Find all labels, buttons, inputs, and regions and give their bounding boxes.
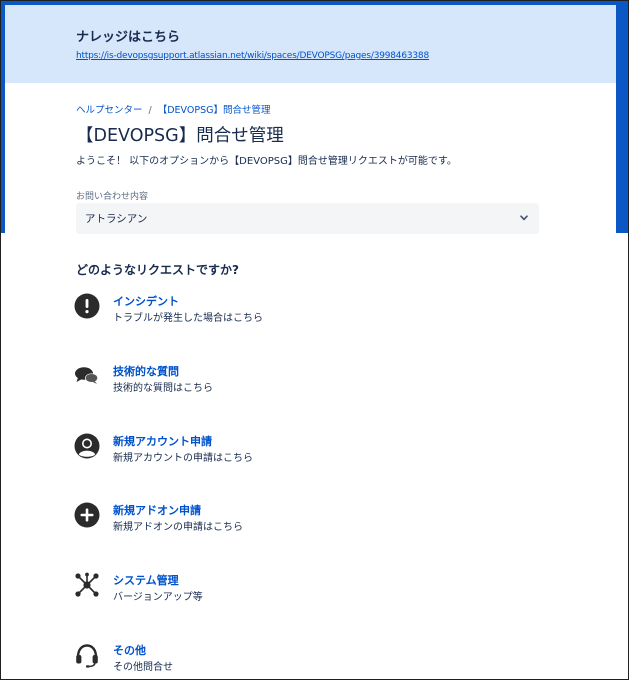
request-type-description: その他問合せ [113,662,173,673]
request-type-name: 新規アカウント申請 [113,435,212,448]
contact-type-label: お問い合わせ内容 [76,192,149,202]
request-type-name: その他 [113,644,146,657]
request-type-other[interactable]: その他 その他問合せ [73,642,373,679]
banner-title: ナレッジはこちら [76,30,181,45]
exclamation-circle-icon [74,293,100,319]
headset-icon [76,644,98,668]
breadcrumb-home-link[interactable]: ヘルプセンター [76,105,143,116]
portal-card: ナレッジはこちら https://is-devopsgsupport.atlas… [5,5,616,679]
request-type-technical-question[interactable]: 技術的な質問 技術的な質問はこちら [73,363,373,409]
request-type-name: システム管理 [113,574,179,587]
knowledge-link[interactable]: https://is-devopsgsupport.atlassian.net/… [76,51,429,61]
request-type-description: 新規アカウントの申請はこちら [113,453,253,464]
page-description: ようこそ！ 以下のオプションから【DEVOPSG】問合せ管理リクエストが可能です… [76,156,457,167]
request-type-incident[interactable]: インシデント トラブルが発生した場合はこちら [73,293,373,339]
chat-bubbles-icon [75,367,98,384]
request-type-new-account[interactable]: 新規アカウント申請 新規アカウントの申請はこちら [73,433,373,479]
request-type-description: バージョンアップ等 [113,592,203,603]
knowledge-banner: ナレッジはこちら https://is-devopsgsupport.atlas… [5,5,616,83]
contact-type-value: アトラシアン [85,213,148,225]
request-type-name: インシデント [113,295,179,308]
page-title: 【DEVOPSG】問合せ管理 [76,126,284,146]
request-type-description: 新規アドオンの申請はこちら [113,522,243,533]
user-avatar-icon [74,433,100,459]
chevron-down-icon [520,215,528,221]
plus-circle-icon [74,502,100,528]
request-type-name: 新規アドオン申請 [113,504,201,517]
request-question: どのようなリクエストですか? [76,263,239,277]
network-nodes-icon [75,572,99,597]
request-type-description: 技術的な質問はこちら [113,383,213,394]
breadcrumb-separator: / [148,105,152,116]
contact-type-select[interactable]: アトラシアン [76,203,539,234]
request-type-name: 技術的な質問 [113,365,179,378]
request-type-system-management[interactable]: システム管理 バージョンアップ等 [73,572,373,618]
request-type-description: トラブルが発生した場合はこちら [113,313,263,324]
portal-frame: ナレッジはこちら https://is-devopsgsupport.atlas… [0,0,629,680]
request-type-new-addon[interactable]: 新規アドオン申請 新規アドオンの申請はこちら [73,502,373,548]
breadcrumb-current-link[interactable]: 【DEVOPSG】問合せ管理 [158,105,271,116]
breadcrumb: ヘルプセンター / 【DEVOPSG】問合せ管理 [76,102,270,116]
